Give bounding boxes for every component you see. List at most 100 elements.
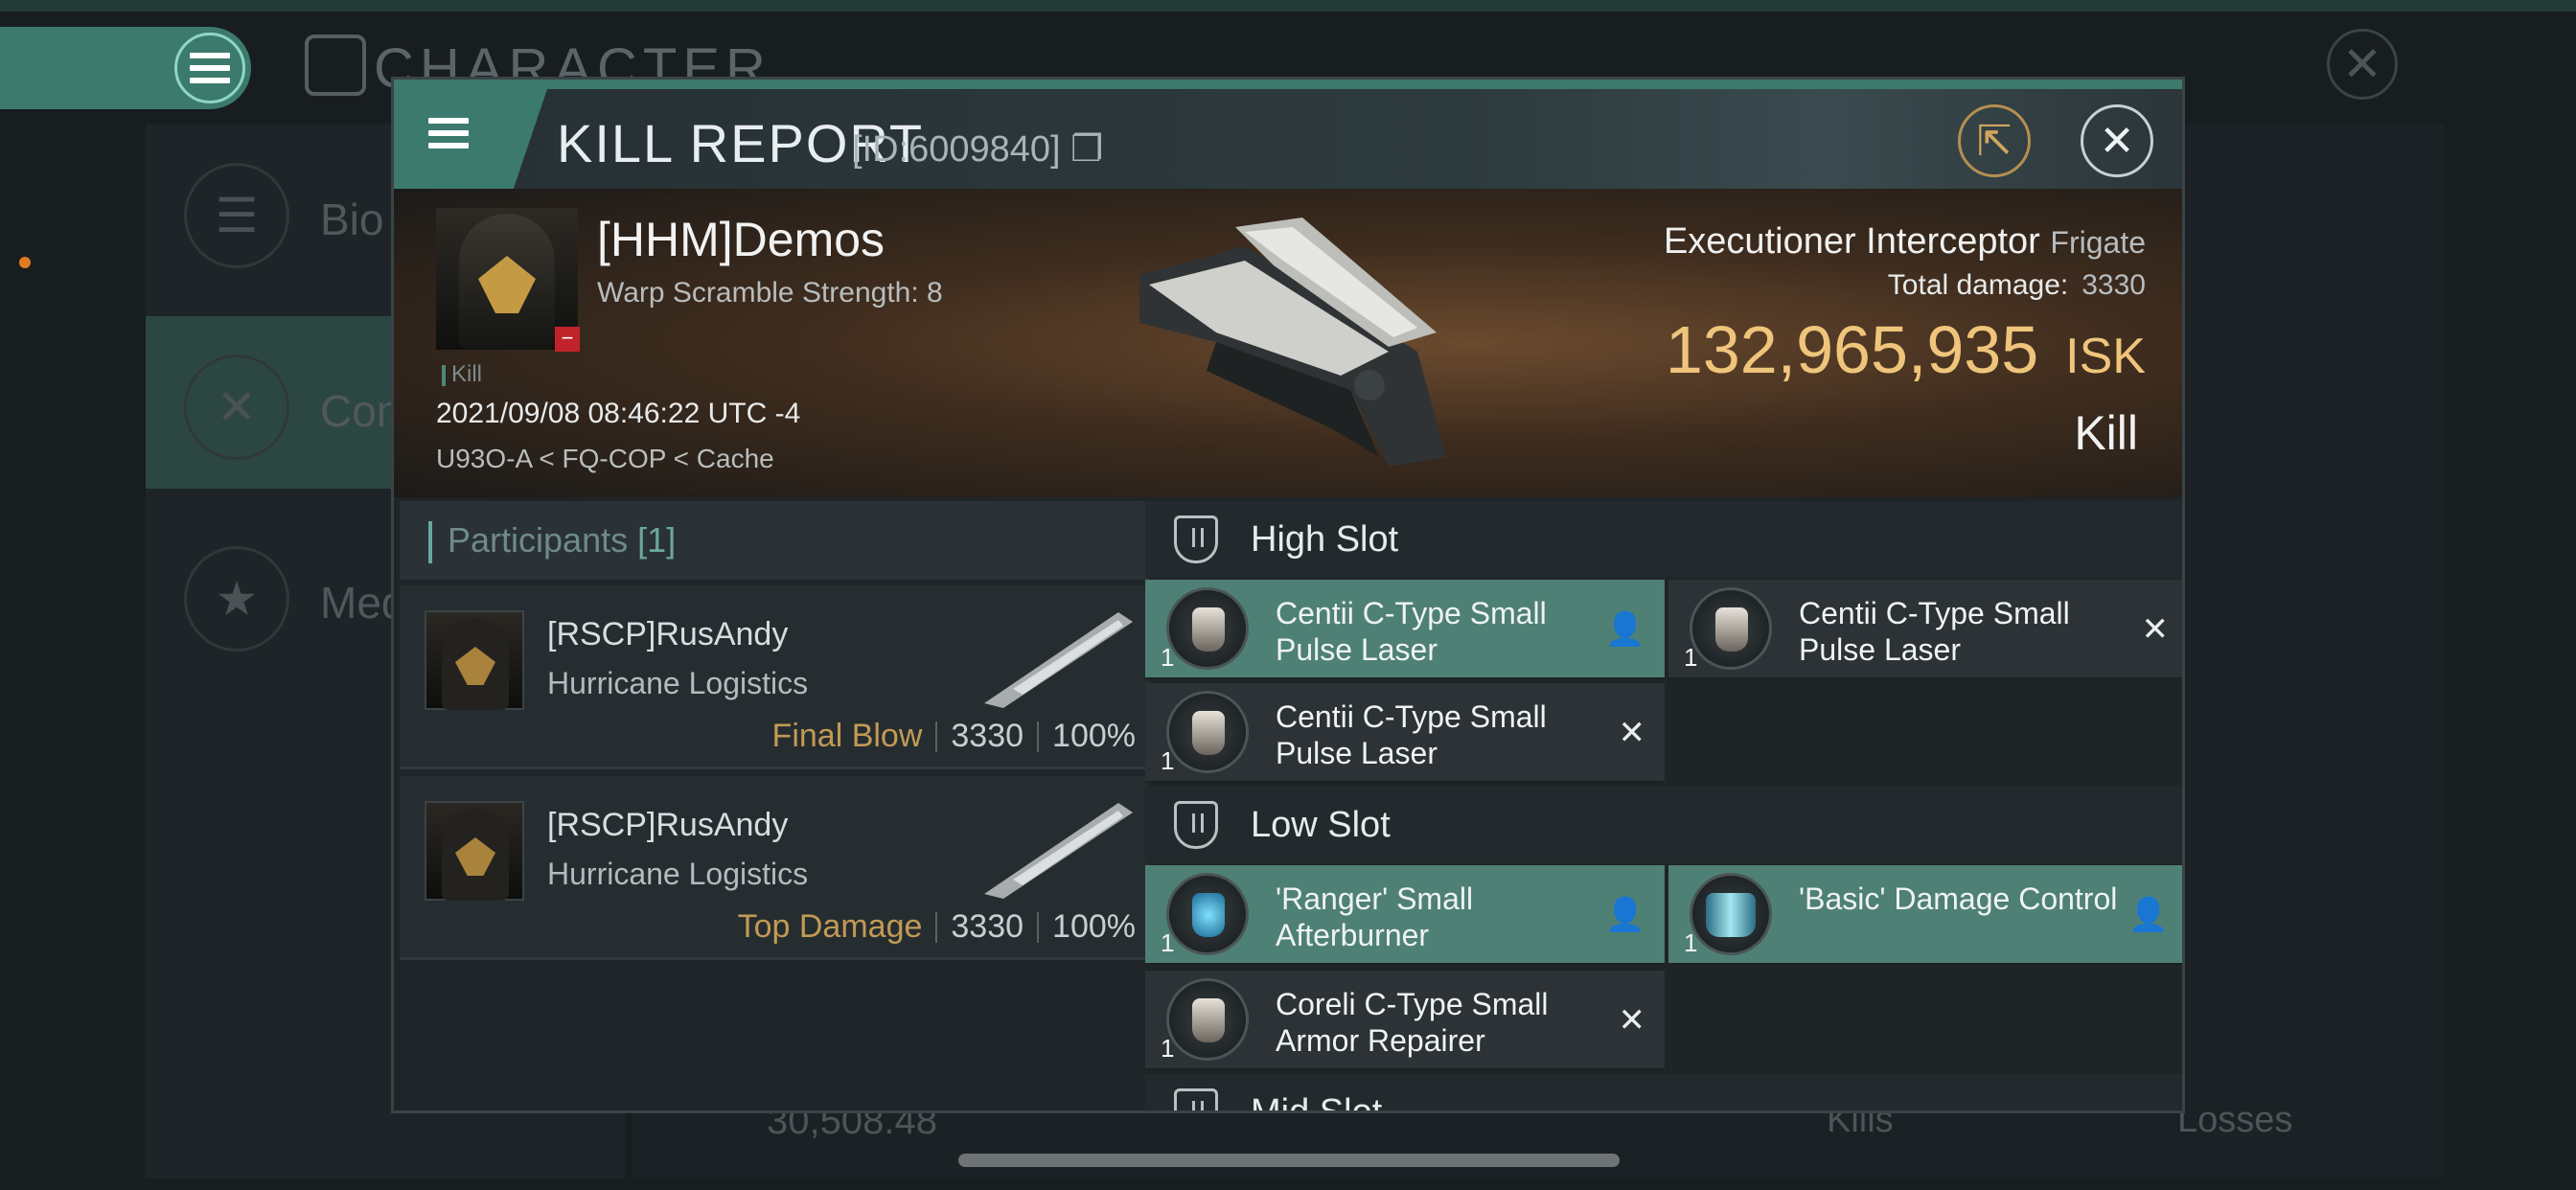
menu-button[interactable] xyxy=(174,33,245,103)
afterburner-icon xyxy=(1166,873,1249,955)
main-menu-pill[interactable] xyxy=(0,27,251,109)
slot-item[interactable]: 1 Centii C-Type Small Pulse Laser ✕ xyxy=(1668,580,2182,679)
slot-item[interactable]: 1 'Basic' Damage Control 👤 xyxy=(1668,865,2182,965)
dropped-person-icon: 👤 xyxy=(1604,611,1645,648)
victim-portrait[interactable]: − xyxy=(436,208,580,352)
participant-ship-image xyxy=(984,803,1133,899)
participant-damage: 3330 xyxy=(951,718,1024,754)
menu-icon: ☰ xyxy=(184,163,289,268)
stat-divider xyxy=(935,911,938,943)
participants-panel: Participants [1] [RSCP]RusAndy Hurricane… xyxy=(400,501,1149,1110)
item-name: Coreli C-Type Small Armor Repairer xyxy=(1276,987,1549,1058)
victim-name[interactable]: [HHM]Demos xyxy=(597,212,885,267)
ship-type: Executioner Interceptor xyxy=(1663,221,2040,262)
slot-item[interactable]: 1 Centii C-Type Small Pulse Laser 👤 xyxy=(1145,580,1665,679)
participants-label: Participants xyxy=(448,520,629,560)
participant-ship-image xyxy=(984,612,1133,708)
participant-stats: Top Damage 3330 100% xyxy=(738,908,1136,946)
participant-ship: Hurricane Logistics xyxy=(547,857,809,891)
ship-class: Frigate xyxy=(2050,225,2146,260)
slot-item[interactable]: 1 'Ranger' Small Afterburner 👤 xyxy=(1145,865,1665,965)
dialog-menu-button[interactable] xyxy=(394,89,547,189)
participant-percent: 100% xyxy=(1052,908,1136,945)
item-quantity: 1 xyxy=(1161,1034,1175,1063)
slot-item[interactable]: 1 Coreli C-Type Small Armor Repairer ✕ xyxy=(1145,971,1665,1070)
kill-type-tag: Kill xyxy=(442,361,482,388)
item-name: 'Basic' Damage Control xyxy=(1799,881,2118,916)
victim-banner: − [HHM]Demos Warp Scramble Strength: 8 K… xyxy=(394,189,2182,497)
kill-location: U93O-A < FQ-COP < Cache xyxy=(436,444,774,473)
item-quantity: 1 xyxy=(1161,746,1175,775)
character-icon xyxy=(305,34,366,96)
item-quantity: 1 xyxy=(1684,643,1698,672)
total-damage: Total damage: 3330 xyxy=(1888,269,2146,302)
participant-avatar xyxy=(425,801,524,901)
low-slot-label: Low Slot xyxy=(1251,804,1391,845)
high-slot-header: High Slot xyxy=(1145,501,2182,578)
report-id[interactable]: [ID:6009840] ❐ xyxy=(852,127,1103,171)
item-name: 'Ranger' Small Afterburner xyxy=(1276,881,1474,952)
kill-datetime: 2021/09/08 08:46:22 UTC -4 xyxy=(436,398,801,429)
damage-control-icon xyxy=(1690,873,1772,955)
report-id-text: [ID:6009840] xyxy=(852,129,1061,170)
kill-report-dialog: KILL REPORT [ID:6009840] ❐ ⇱ ✕ − [HHM]De… xyxy=(391,77,2185,1113)
participant-percent: 100% xyxy=(1052,718,1136,754)
dialog-header: KILL REPORT [ID:6009840] ❐ ⇱ ✕ xyxy=(394,89,2182,189)
isk-amount: 132,965,935 xyxy=(1665,312,2039,387)
total-damage-value: 3330 xyxy=(2082,269,2146,301)
high-slot-label: High Slot xyxy=(1251,518,1399,560)
participant-ship: Hurricane Logistics xyxy=(547,666,809,700)
dropped-person-icon: 👤 xyxy=(2128,897,2169,933)
destroyed-x-icon: ✕ xyxy=(1618,715,1646,751)
background-close-icon[interactable]: ✕ xyxy=(2327,29,2398,100)
destroyed-x-icon: ✕ xyxy=(1618,1002,1646,1039)
stat-divider xyxy=(1037,721,1040,752)
low-slot-icon xyxy=(1174,801,1218,849)
participant-stats: Final Blow 3330 100% xyxy=(772,718,1136,755)
copy-icon[interactable]: ❐ xyxy=(1070,129,1103,170)
mid-slot-label: Mid Slot xyxy=(1251,1092,1382,1111)
ship-name[interactable]: Executioner Interceptor Frigate xyxy=(1664,221,2146,263)
mid-slot-header: Mid Slot xyxy=(1145,1074,2182,1111)
isk-value: 132,965,935 ISK xyxy=(1666,311,2146,388)
close-icon[interactable]: ✕ xyxy=(2081,104,2153,177)
participant-avatar xyxy=(425,610,524,710)
item-name: Centii C-Type Small Pulse Laser xyxy=(1276,596,1547,667)
laser-icon xyxy=(1166,691,1249,773)
ship-image xyxy=(1139,217,1446,467)
hostile-badge-icon: − xyxy=(555,327,580,352)
participant-tag: Top Damage xyxy=(737,908,923,945)
high-slot-icon xyxy=(1174,515,1218,563)
item-quantity: 1 xyxy=(1684,928,1698,957)
stat-divider xyxy=(935,721,938,752)
low-slot-header: Low Slot xyxy=(1145,787,2182,863)
participant-damage: 3330 xyxy=(951,908,1024,945)
warp-scramble-strength: Warp Scramble Strength: 8 xyxy=(597,277,943,309)
item-quantity: 1 xyxy=(1161,928,1175,957)
outcome-label: Kill xyxy=(2074,406,2138,460)
fitting-panel: High Slot 1 Centii C-Type Small Pulse La… xyxy=(1145,501,2182,1111)
participants-header: Participants [1] xyxy=(400,501,1149,580)
bottom-losses-label: Losses xyxy=(2177,1100,2293,1140)
destroyed-x-icon: ✕ xyxy=(2141,611,2170,648)
home-indicator[interactable] xyxy=(958,1154,1620,1167)
share-icon[interactable]: ⇱ xyxy=(1958,104,2031,177)
total-damage-label: Total damage: xyxy=(1887,269,2069,301)
notification-dot xyxy=(19,257,31,268)
crossed-swords-icon: ✕ xyxy=(184,355,289,460)
participant-row[interactable]: [RSCP]RusAndy Hurricane Logistics Final … xyxy=(400,585,1149,769)
sidebar-item-label: Bio xyxy=(320,195,384,244)
star-icon: ★ xyxy=(184,546,289,652)
slot-item[interactable]: 1 Centii C-Type Small Pulse Laser ✕ xyxy=(1145,683,1665,783)
participant-name: [RSCP]RusAndy xyxy=(547,616,789,652)
laser-icon xyxy=(1166,587,1249,670)
isk-unit: ISK xyxy=(2065,329,2146,384)
item-quantity: 1 xyxy=(1161,643,1175,672)
mid-slot-icon xyxy=(1174,1088,1218,1110)
dialog-accent xyxy=(394,80,2182,89)
participant-row[interactable]: [RSCP]RusAndy Hurricane Logistics Top Da… xyxy=(400,776,1149,960)
item-name: Centii C-Type Small Pulse Laser xyxy=(1799,596,2070,667)
participant-name: [RSCP]RusAndy xyxy=(547,807,789,843)
armor-repairer-icon xyxy=(1166,978,1249,1061)
participant-tag: Final Blow xyxy=(771,718,923,754)
